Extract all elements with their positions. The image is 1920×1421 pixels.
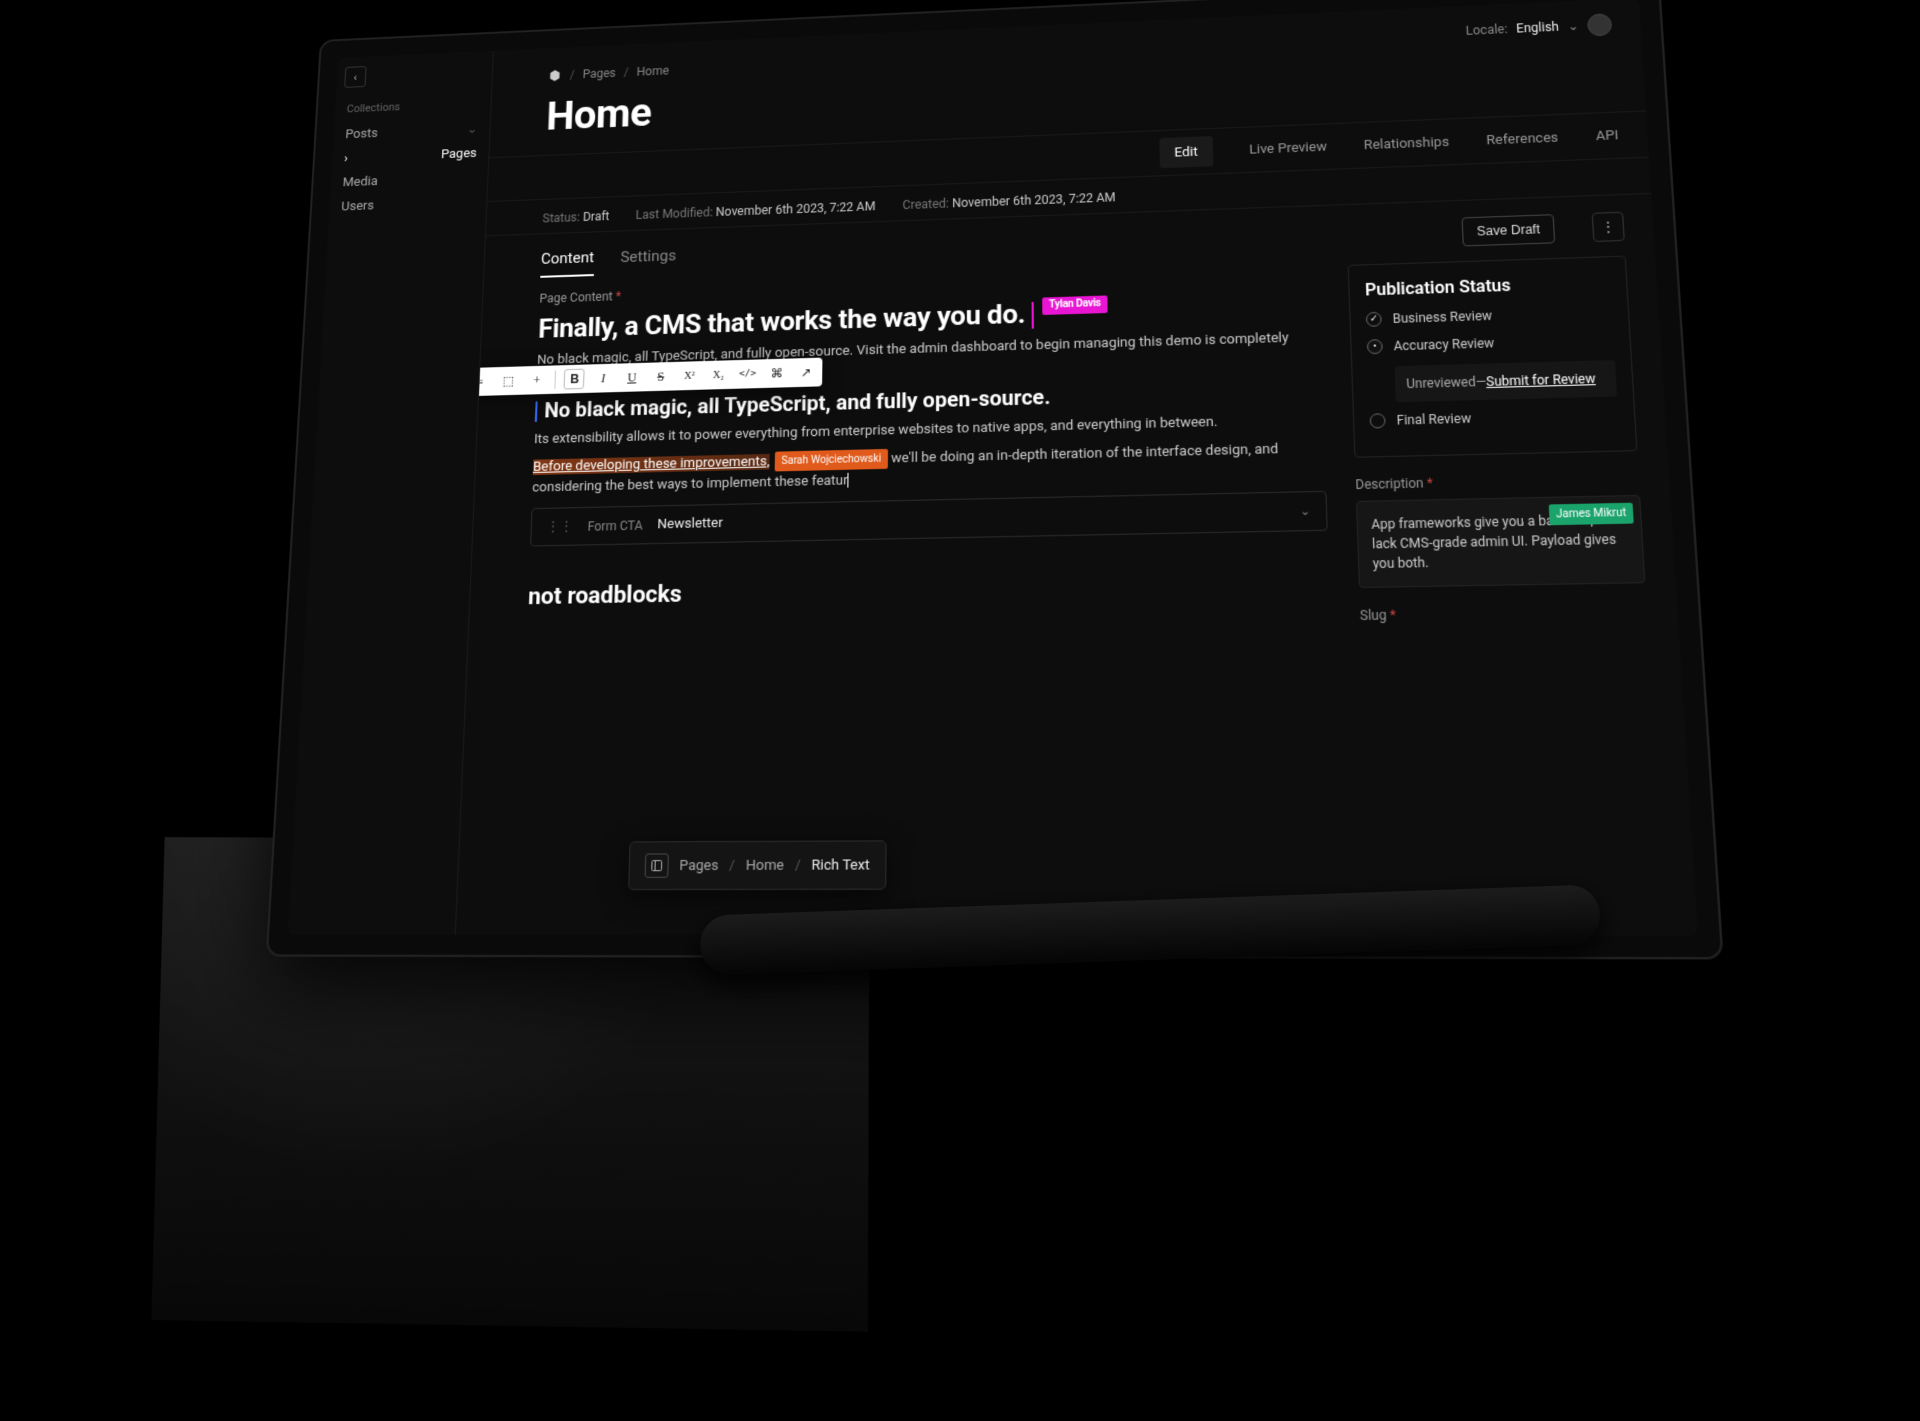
- sidebar-item-label: Posts: [345, 126, 378, 142]
- floating-crumb-pages[interactable]: Pages: [679, 857, 718, 874]
- superscript-icon[interactable]: X²: [679, 365, 700, 386]
- block-card-form-cta[interactable]: ⋮⋮ Form CTA Newsletter ⌄: [530, 491, 1328, 547]
- collab-cursor-tag: Sarah Wojciechowski: [775, 449, 888, 472]
- block-icon[interactable]: ⬚: [498, 371, 519, 392]
- description-field: Description * App frameworks give you a …: [1355, 471, 1645, 588]
- dots-vertical-icon: ⋮: [1600, 219, 1616, 235]
- sidebar-item-label: Users: [341, 199, 374, 215]
- breadcrumb-separator: /: [624, 66, 629, 80]
- save-draft-button[interactable]: Save Draft: [1462, 214, 1555, 246]
- submit-for-review-link[interactable]: Submit for Review: [1486, 371, 1596, 389]
- breadcrumb-current: Home: [636, 64, 669, 79]
- underline-icon[interactable]: U: [621, 367, 642, 388]
- chevron-down-icon: ⌄: [467, 122, 478, 137]
- subscript-icon[interactable]: X₂: [708, 364, 729, 385]
- floating-context-breadcrumb[interactable]: Pages / Home / Rich Text: [628, 840, 886, 890]
- block-type-label: Form CTA: [587, 518, 643, 534]
- laptop-frame: ‹ Collections Posts ⌄ Pages Media Users: [266, 0, 1724, 959]
- breadcrumb-pages[interactable]: Pages: [582, 66, 616, 81]
- status-step-final: Final Review: [1370, 407, 1619, 428]
- panel-left-icon[interactable]: [645, 853, 669, 877]
- panel-heading: Publication Status: [1365, 272, 1611, 300]
- last-modified-label: Last Modified:: [636, 205, 713, 222]
- last-modified-value: November 6th 2023, 7:22 AM: [716, 199, 876, 219]
- check-circle-icon: [1366, 312, 1382, 327]
- empty-circle-icon: [1370, 413, 1386, 428]
- chevron-down-icon: ⌄: [1567, 19, 1579, 34]
- app-logo-icon: [548, 69, 562, 83]
- description-input[interactable]: App frameworks give you a backend, but l…: [1356, 495, 1646, 588]
- status-step-business: Business Review: [1366, 305, 1613, 327]
- app-screen: ‹ Collections Posts ⌄ Pages Media Users: [288, 0, 1698, 936]
- drag-handle-icon[interactable]: ⋮⋮: [546, 519, 573, 535]
- chevron-left-icon: ‹: [353, 71, 357, 83]
- status-value: Draft: [583, 209, 610, 224]
- tab-api[interactable]: API: [1595, 113, 1620, 159]
- field-label-slug: Slug *: [1360, 603, 1648, 623]
- italic-icon[interactable]: I: [593, 368, 614, 389]
- sidebar-item-users[interactable]: Users: [337, 190, 479, 220]
- external-link-icon[interactable]: ↗: [795, 362, 816, 383]
- status-step-accuracy: Accuracy Review: [1367, 332, 1614, 354]
- tab-relationships[interactable]: Relationships: [1363, 119, 1450, 167]
- tab-live-preview[interactable]: Live Preview: [1249, 124, 1328, 172]
- tab-references[interactable]: References: [1485, 115, 1559, 163]
- review-status-box: Unreviewed—Submit for Review: [1394, 360, 1617, 402]
- link-icon[interactable]: ⌘: [766, 363, 787, 384]
- sub-tab-settings[interactable]: Settings: [620, 246, 676, 274]
- strike-icon[interactable]: S: [650, 366, 671, 387]
- tab-edit[interactable]: Edit: [1159, 136, 1213, 168]
- status-label: Status:: [542, 210, 580, 225]
- sidebar-section-label: Collections: [343, 97, 483, 115]
- field-label-description: Description *: [1355, 471, 1640, 492]
- sub-tab-content[interactable]: Content: [540, 248, 594, 278]
- locale-label: Locale:: [1465, 22, 1507, 38]
- created-label: Created:: [902, 196, 949, 212]
- add-block-icon[interactable]: +: [526, 370, 547, 391]
- user-avatar[interactable]: [1587, 13, 1613, 36]
- rte-heading-partial: not roadblocks: [528, 570, 1330, 611]
- block-title: Newsletter: [657, 515, 723, 532]
- code-icon[interactable]: </>: [737, 364, 758, 385]
- slug-field: Slug *: [1360, 603, 1648, 623]
- collab-selection: Before developing these improvements,: [533, 454, 770, 475]
- main-panel: / Pages / Home Locale: English ⌄ Home: [456, 0, 1698, 936]
- chevron-down-icon[interactable]: ⌄: [1300, 504, 1311, 518]
- rich-text-editor[interactable]: H2 ⌄ ≡ ⬚ + B I U S X²: [528, 289, 1330, 611]
- publication-status-panel: Publication Status Business Review Accur…: [1348, 256, 1638, 458]
- sidebar-item-label: Pages: [441, 146, 477, 162]
- floating-crumb-richtext[interactable]: Rich Text: [812, 857, 870, 874]
- created-value: November 6th 2023, 7:22 AM: [952, 190, 1116, 210]
- rte-paragraph: Before developing these improvements, Sa…: [532, 438, 1326, 498]
- bold-icon[interactable]: B: [564, 369, 585, 390]
- more-actions-button[interactable]: ⋮: [1592, 212, 1625, 242]
- sidebar-collapse-button[interactable]: ‹: [344, 66, 366, 88]
- collab-cursor-tag: Tylan Davis: [1043, 295, 1108, 314]
- sidebar-item-label: Media: [342, 174, 378, 190]
- current-step-icon: [1367, 339, 1383, 354]
- floating-crumb-home[interactable]: Home: [746, 857, 784, 874]
- breadcrumb-separator: /: [570, 68, 575, 82]
- collab-cursor-tag: James Mikrut: [1549, 503, 1634, 526]
- locale-value: English: [1516, 20, 1559, 36]
